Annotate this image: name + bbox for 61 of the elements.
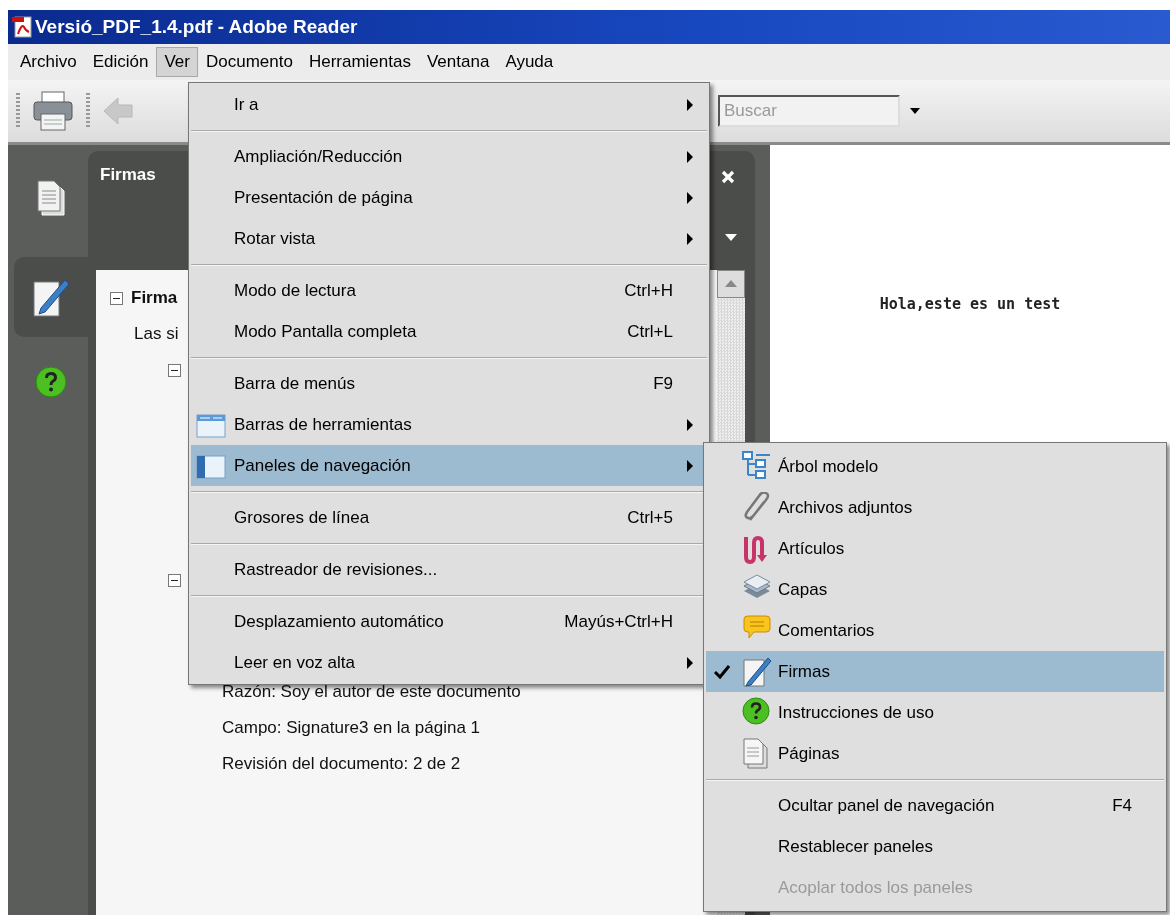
navigation-tab[interactable] bbox=[14, 257, 88, 337]
tree-text: Campo: Signature3 en la página 1 bbox=[222, 718, 480, 738]
tree-text: Razón: Soy el autor de este documento bbox=[222, 682, 521, 702]
menu-item[interactable]: Instrucciones de uso bbox=[706, 692, 1164, 733]
window-title: Versió_PDF_1.4.pdf - Adobe Reader bbox=[35, 16, 358, 38]
menu-item[interactable]: Rastreador de revisiones... bbox=[191, 549, 707, 590]
pages-icon bbox=[742, 738, 769, 770]
dropdown-caret-icon[interactable] bbox=[910, 108, 920, 114]
menu-item[interactable]: Rotar vista bbox=[191, 218, 707, 259]
pdf-file-icon bbox=[12, 15, 32, 39]
menu-item[interactable]: Páginas bbox=[706, 733, 1164, 774]
menu-item[interactable]: Presentación de página bbox=[191, 177, 707, 218]
menu-item[interactable]: Documento bbox=[198, 47, 301, 77]
menu-item[interactable]: Restablecer paneles bbox=[706, 826, 1164, 867]
menu-item[interactable]: Archivo bbox=[12, 47, 85, 77]
help-icon bbox=[742, 697, 770, 725]
search-field[interactable]: Buscar bbox=[718, 95, 900, 127]
menu-item[interactable]: Ver bbox=[156, 47, 198, 77]
menu-item[interactable]: Archivos adjuntos bbox=[706, 487, 1164, 528]
menu-item[interactable]: Ventana bbox=[418, 47, 498, 77]
menu-item[interactable]: Ir a bbox=[191, 84, 707, 125]
up-triangle-icon bbox=[725, 280, 737, 287]
pen-document-icon bbox=[742, 656, 772, 688]
collapse-icon[interactable] bbox=[168, 573, 181, 587]
paperclip-icon bbox=[742, 492, 772, 522]
menu-item[interactable]: Edición bbox=[84, 47, 157, 77]
menu-item[interactable]: Artículos bbox=[706, 528, 1164, 569]
collapse-icon[interactable] bbox=[110, 291, 123, 305]
help-icon bbox=[35, 366, 67, 398]
tree-heading: Firma bbox=[131, 288, 178, 308]
menu-item[interactable]: Barras de herramientas bbox=[191, 404, 707, 445]
menu-item[interactable]: Herramientas bbox=[300, 47, 419, 77]
menu-item[interactable]: Desplazamiento automático Mayús+Ctrl+H bbox=[191, 601, 707, 642]
menu-item[interactable]: Ampliación/Reducción bbox=[191, 136, 707, 177]
panel-title: Firmas bbox=[100, 165, 156, 185]
side-panel-window-icon bbox=[196, 453, 226, 481]
printer-icon bbox=[32, 90, 74, 132]
menu-item[interactable]: Capas bbox=[706, 569, 1164, 610]
menu-item[interactable]: Árbol modelo bbox=[706, 446, 1164, 487]
speech-bubble-icon bbox=[742, 615, 772, 640]
page-text: Hola,este es un test bbox=[879, 295, 1061, 315]
menu-item[interactable]: Barra de menús F9 bbox=[191, 363, 707, 404]
menu-item[interactable]: Ayuda bbox=[497, 47, 562, 77]
menu-item[interactable]: Comentarios bbox=[706, 610, 1164, 651]
tree-icon bbox=[742, 451, 772, 481]
toolbar-window-icon bbox=[196, 412, 226, 440]
layers-icon bbox=[742, 574, 772, 600]
tree-text: Las si bbox=[134, 324, 179, 344]
menu-item[interactable]: Firmas bbox=[706, 651, 1164, 692]
menu-item[interactable]: Grosores de línea Ctrl+5 bbox=[191, 497, 707, 538]
close-icon[interactable] bbox=[721, 170, 735, 184]
collapse-icon[interactable] bbox=[168, 363, 181, 377]
pages-icon bbox=[36, 179, 66, 217]
menu-item[interactable]: Ocultar panel de navegación F4 bbox=[706, 785, 1164, 826]
scroll-up-button[interactable] bbox=[717, 270, 745, 298]
tree-text: Revisión del documento: 2 de 2 bbox=[222, 754, 461, 774]
menu-item[interactable]: Modo de lectura Ctrl+H bbox=[191, 270, 707, 311]
left-arrow-icon bbox=[102, 95, 134, 127]
dropdown-caret-icon[interactable] bbox=[725, 234, 737, 241]
menu-item[interactable]: Modo Pantalla completa Ctrl+L bbox=[191, 311, 707, 352]
menu-item[interactable]: Leer en voz alta bbox=[191, 642, 707, 683]
